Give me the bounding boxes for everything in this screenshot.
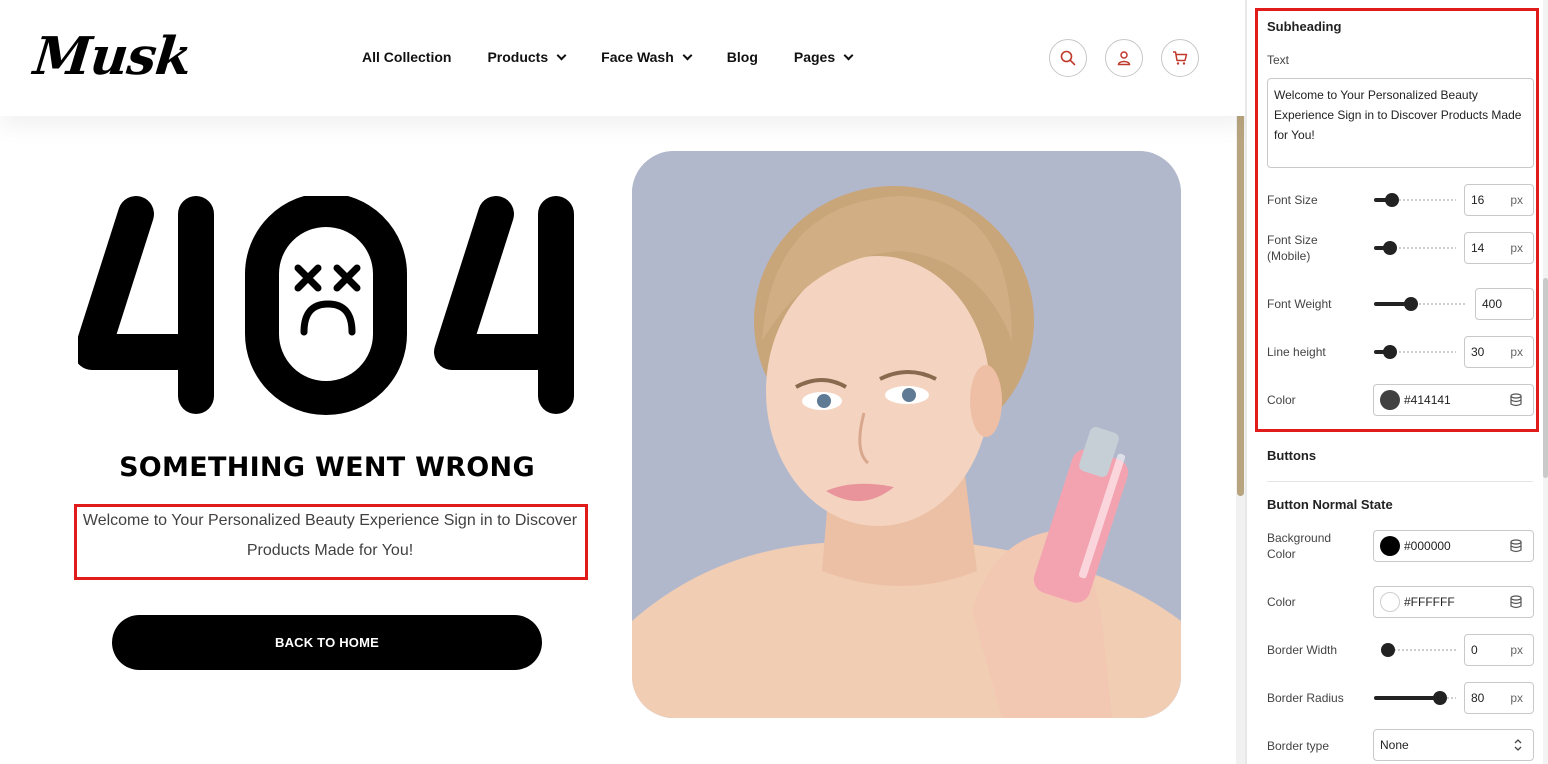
- font-size-slider[interactable]: [1374, 193, 1456, 207]
- color-value: #000000: [1404, 539, 1451, 553]
- cart-button[interactable]: [1161, 39, 1199, 77]
- scrollbar-thumb[interactable]: [1543, 278, 1548, 478]
- database-icon[interactable]: [1509, 539, 1523, 553]
- color-value: #FFFFFF: [1404, 595, 1455, 609]
- border-radius-label: Border Radius: [1267, 691, 1344, 705]
- font-size-mobile-input[interactable]: 14 px: [1464, 232, 1534, 264]
- header-actions: [1049, 39, 1217, 77]
- unit-label: px: [1510, 345, 1523, 359]
- page: Musk All Collection Products Face Wash B…: [0, 0, 1548, 764]
- subheading-text-input[interactable]: Welcome to Your Personalized Beauty Expe…: [1267, 78, 1534, 168]
- nav-item-all-collection[interactable]: All Collection: [362, 49, 451, 65]
- slider-knob[interactable]: [1385, 193, 1399, 207]
- chevron-down-icon: [682, 50, 693, 60]
- search-icon: [1060, 50, 1076, 66]
- unit-label: px: [1510, 691, 1523, 705]
- account-button[interactable]: [1105, 39, 1143, 77]
- font-weight-value: 400: [1482, 297, 1503, 311]
- font-size-mobile-slider[interactable]: [1374, 241, 1456, 255]
- font-size-value: 16: [1471, 193, 1485, 207]
- border-width-label: Border Width: [1267, 643, 1338, 657]
- nav-item-face-wash[interactable]: Face Wash: [601, 49, 693, 65]
- subheading-color-picker[interactable]: #414141: [1373, 384, 1534, 416]
- font-size-input[interactable]: 16 px: [1464, 184, 1534, 216]
- nav-label: All Collection: [362, 49, 452, 65]
- color-label: Color: [1267, 393, 1296, 407]
- subheading-settings-highlight: [1255, 8, 1539, 432]
- chevron-down-icon: [556, 50, 567, 60]
- slider-knob[interactable]: [1381, 643, 1395, 657]
- unit-label: px: [1510, 241, 1523, 255]
- color-value: #414141: [1404, 393, 1451, 407]
- color-swatch[interactable]: [1380, 536, 1400, 556]
- nav-item-products[interactable]: Products: [487, 49, 567, 65]
- nav-label: Blog: [726, 49, 758, 65]
- main-nav: All Collection Products Face Wash Blog P…: [362, 49, 888, 65]
- model-photo: [632, 151, 1181, 718]
- nav-label: Face Wash: [601, 49, 674, 65]
- border-radius-slider[interactable]: [1374, 691, 1456, 705]
- border-radius-input[interactable]: 80 px: [1464, 682, 1534, 714]
- store-preview: Musk All Collection Products Face Wash B…: [0, 0, 1245, 764]
- nav-item-pages[interactable]: Pages: [793, 49, 854, 65]
- site-logo[interactable]: Musk: [31, 26, 194, 87]
- font-size-mobile-value: 14: [1471, 241, 1485, 255]
- background-color-label: Background Color: [1267, 531, 1332, 561]
- border-width-input[interactable]: 0 px: [1464, 634, 1534, 666]
- panel-scrollbar[interactable]: [1543, 0, 1548, 764]
- line-height-label: Line height: [1267, 345, 1326, 359]
- text-label: Text: [1267, 53, 1290, 67]
- slider-fill: [1374, 696, 1440, 700]
- border-radius-value: 80: [1471, 691, 1485, 705]
- border-width-value: 0: [1471, 643, 1478, 657]
- border-type-value: None: [1380, 738, 1409, 752]
- 404-illustration: [78, 196, 574, 415]
- back-to-home-button[interactable]: BACK TO HOME: [112, 615, 542, 670]
- border-width-slider[interactable]: [1381, 643, 1456, 657]
- site-header: Musk All Collection Products Face Wash B…: [0, 0, 1245, 116]
- slider-knob[interactable]: [1404, 297, 1418, 311]
- chevron-down-icon: [843, 50, 854, 60]
- error-heading: SOMETHING WENT WRONG: [119, 452, 535, 483]
- section-divider: [1267, 481, 1533, 482]
- button-background-color-picker[interactable]: #000000: [1373, 530, 1534, 562]
- button-text-color-picker[interactable]: #FFFFFF: [1373, 586, 1534, 618]
- button-color-label: Color: [1267, 595, 1296, 609]
- font-size-mobile-label: Font Size (Mobile): [1267, 233, 1318, 263]
- cart-icon: [1173, 51, 1188, 65]
- nav-item-blog[interactable]: Blog: [727, 49, 758, 65]
- nav-label: Pages: [793, 49, 836, 65]
- database-icon[interactable]: [1509, 393, 1523, 407]
- database-icon[interactable]: [1509, 595, 1523, 609]
- color-swatch[interactable]: [1380, 390, 1400, 410]
- settings-panel: Subheading Text Welcome to Your Personal…: [1247, 0, 1548, 764]
- font-weight-label: Font Weight: [1267, 297, 1332, 311]
- slider-knob[interactable]: [1383, 345, 1397, 359]
- line-height-slider[interactable]: [1374, 345, 1456, 359]
- slider-knob[interactable]: [1383, 241, 1397, 255]
- unit-label: px: [1510, 643, 1523, 657]
- user-icon: [1117, 51, 1131, 66]
- slider-knob[interactable]: [1433, 691, 1447, 705]
- line-height-input[interactable]: 30 px: [1464, 336, 1534, 368]
- error-subheading: Welcome to Your Personalized Beauty Expe…: [82, 512, 578, 559]
- color-swatch[interactable]: [1380, 592, 1400, 612]
- unit-label: px: [1510, 193, 1523, 207]
- font-size-label: Font Size: [1267, 193, 1318, 207]
- button-normal-state-title: Button Normal State: [1267, 497, 1393, 512]
- font-weight-input[interactable]: 400: [1475, 288, 1534, 320]
- search-button[interactable]: [1049, 39, 1087, 77]
- border-type-label: Border type: [1267, 739, 1330, 753]
- border-type-select[interactable]: None: [1373, 729, 1534, 761]
- nav-label: Products: [487, 49, 549, 65]
- updown-chevron-icon: [1514, 739, 1522, 751]
- subheading-section-title: Subheading: [1267, 19, 1342, 34]
- font-weight-slider[interactable]: [1374, 297, 1467, 311]
- line-height-value: 30: [1471, 345, 1485, 359]
- buttons-section-title: Buttons: [1267, 448, 1317, 463]
